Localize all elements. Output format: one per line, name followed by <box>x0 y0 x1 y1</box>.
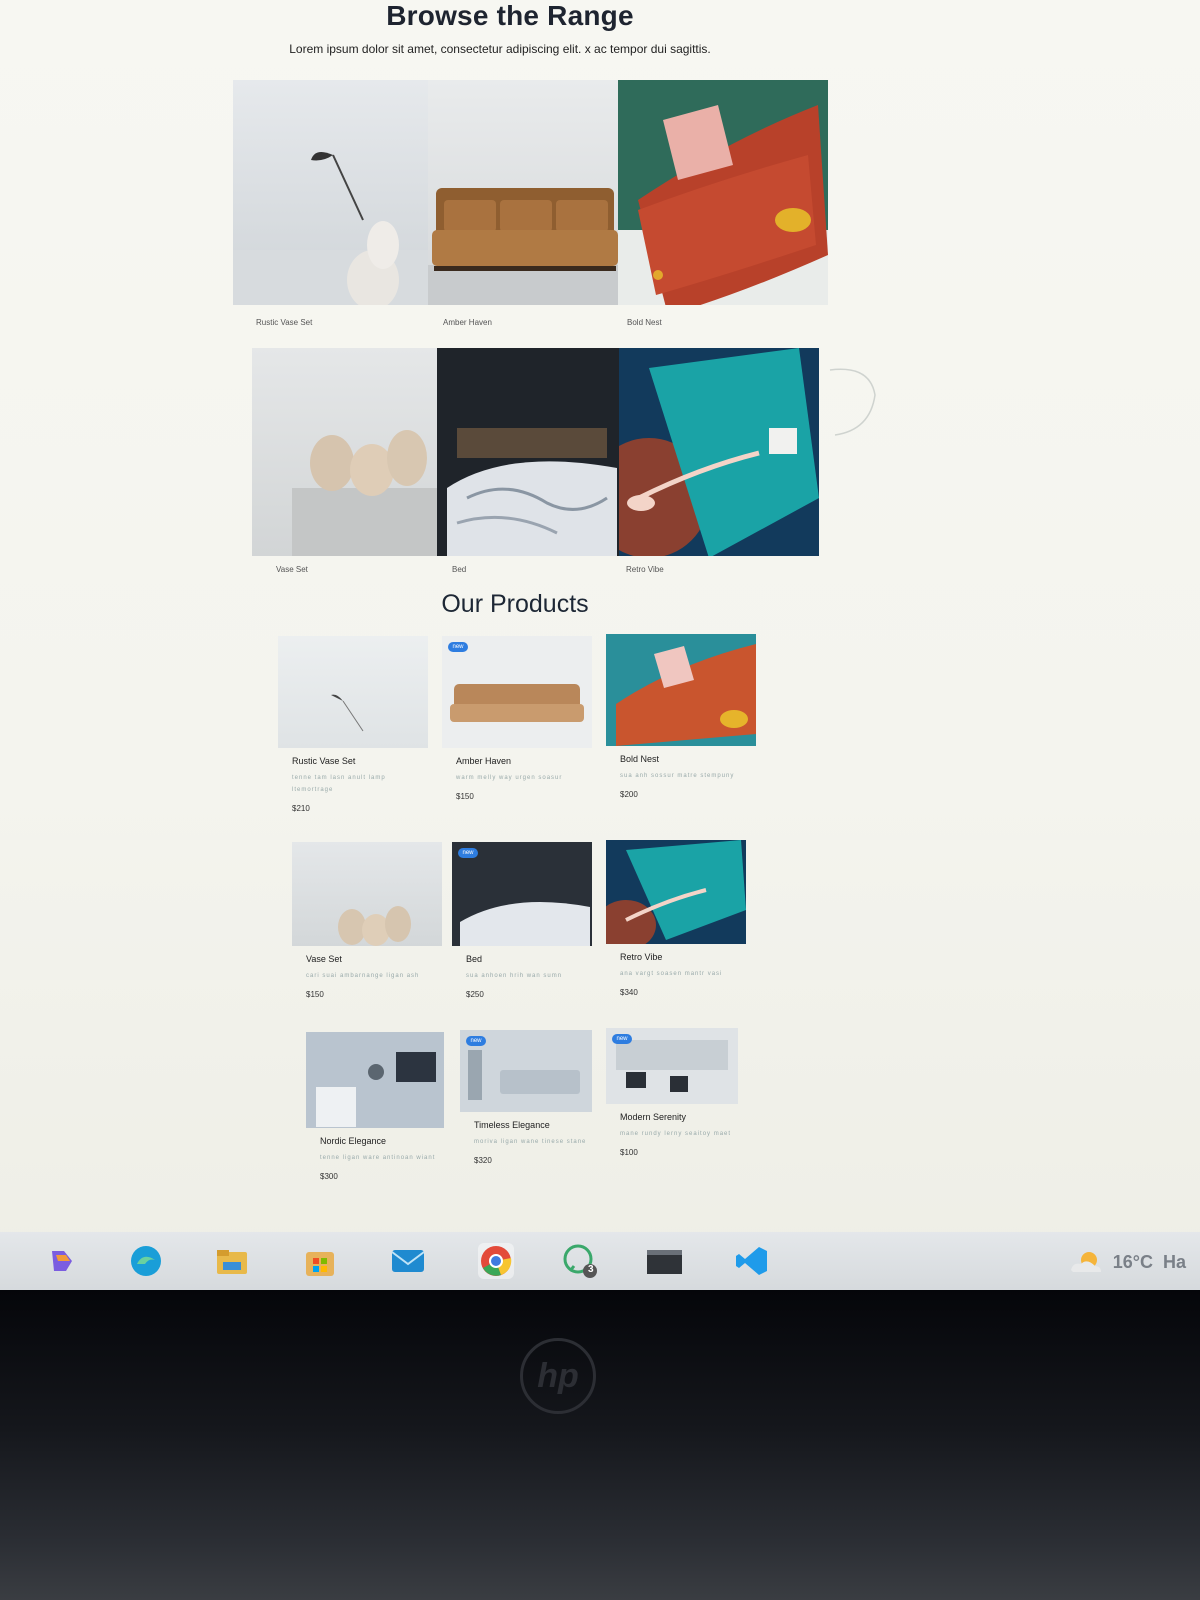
range-image-vase-set[interactable] <box>252 348 437 556</box>
page-title: Browse the Range <box>386 0 634 31</box>
taskbar: 3 16°C Ha <box>0 1232 1200 1290</box>
product-name[interactable]: Amber Haven <box>456 756 592 766</box>
product-card[interactable]: Bold Nest sua anh sossur matre stempuny … <box>606 634 756 799</box>
product-badge: new <box>448 642 468 652</box>
range-caption-5: Bed <box>452 565 467 574</box>
product-card[interactable]: Rustic Vase Set tenne tam lasn anult lam… <box>278 636 428 813</box>
product-price: $320 <box>474 1156 492 1165</box>
product-image[interactable]: new <box>452 842 592 946</box>
page-subtitle: Lorem ipsum dolor sit amet, consectetur … <box>289 42 711 56</box>
product-price: $210 <box>292 804 310 813</box>
weather-temp: 16°C <box>1112 1251 1153 1272</box>
screen-smudge <box>829 368 876 436</box>
product-name[interactable]: Retro Vibe <box>620 952 756 962</box>
product-image[interactable]: new <box>460 1030 592 1112</box>
copilot-icon[interactable] <box>44 1243 80 1279</box>
product-price: $200 <box>620 790 638 799</box>
whatsapp-icon[interactable]: 3 <box>562 1243 598 1279</box>
web-page: Browse the Range Lorem ipsum dolor sit a… <box>0 0 1200 1232</box>
mail-icon[interactable] <box>390 1243 426 1279</box>
product-desc: sua anhoen hrih wan sumn <box>466 973 563 979</box>
product-card[interactable]: new Modern Serenity mane rundy lerny sea… <box>606 1028 756 1157</box>
product-card[interactable]: Retro Vibe ana vargt soasen mantr vasi $… <box>606 840 756 997</box>
product-card[interactable]: new Bed sua anhoen hrih wan sumn $250 <box>452 842 602 999</box>
product-desc: mane rundy lerny seaitoy maet <box>620 1131 732 1137</box>
product-desc: sua anh sossur matre stempuny <box>620 773 735 779</box>
product-desc: warm melly way urgen soasur <box>456 775 563 781</box>
product-badge: new <box>466 1036 486 1046</box>
weather-icon <box>1070 1252 1101 1272</box>
product-name[interactable]: Modern Serenity <box>620 1112 756 1122</box>
product-desc: tenne tam lasn anult lamp ltemortrage <box>292 775 386 793</box>
product-price: $100 <box>620 1148 638 1157</box>
product-desc: moriva ligan wane tinese stane <box>474 1139 587 1145</box>
file-explorer-icon[interactable] <box>214 1243 250 1279</box>
range-caption-1: Rustic Vase Set <box>256 318 313 327</box>
product-card[interactable]: Vase Set cari suai ambarnange ligan ash … <box>292 842 442 999</box>
range-caption-3: Bold Nest <box>627 318 662 327</box>
product-name[interactable]: Nordic Elegance <box>320 1136 456 1146</box>
range-image-bed[interactable] <box>437 348 619 556</box>
product-name[interactable]: Bold Nest <box>620 754 756 764</box>
range-row-2 <box>252 348 819 556</box>
edge-icon[interactable] <box>128 1243 164 1279</box>
range-image-retro-vibe[interactable] <box>619 348 819 556</box>
product-price: $300 <box>320 1172 338 1181</box>
hp-logo: hp <box>520 1338 596 1414</box>
product-desc: ana vargt soasen mantr vasi <box>620 971 723 977</box>
product-card[interactable]: Nordic Elegance tenne ligan ware antinoa… <box>306 1032 456 1181</box>
product-badge: new <box>612 1034 632 1044</box>
product-name[interactable]: Bed <box>466 954 602 964</box>
product-price: $340 <box>620 988 638 997</box>
range-image-rustic-vase[interactable] <box>233 80 428 305</box>
product-badge: new <box>458 848 478 858</box>
vscode-icon[interactable] <box>734 1243 770 1279</box>
product-name[interactable]: Rustic Vase Set <box>292 756 428 766</box>
terminal-icon[interactable] <box>646 1243 682 1279</box>
whatsapp-badge: 3 <box>588 1264 594 1275</box>
range-caption-2: Amber Haven <box>443 318 492 327</box>
store-icon[interactable] <box>302 1243 338 1279</box>
product-image[interactable] <box>278 636 428 748</box>
product-image[interactable] <box>606 634 756 746</box>
product-image[interactable]: new <box>442 636 592 748</box>
weather-widget[interactable]: 16°C Ha <box>1065 1248 1186 1276</box>
product-name[interactable]: Vase Set <box>306 954 442 964</box>
chrome-icon[interactable] <box>478 1243 514 1279</box>
product-image[interactable] <box>306 1032 444 1128</box>
laptop-bezel <box>0 1290 1200 1600</box>
range-image-amber-haven[interactable] <box>428 80 618 305</box>
product-price: $250 <box>466 990 484 999</box>
range-caption-4: Vase Set <box>276 565 308 574</box>
range-row-1 <box>233 80 828 305</box>
product-card[interactable]: new Timeless Elegance moriva ligan wane … <box>460 1030 610 1165</box>
range-caption-6: Retro Vibe <box>626 565 664 574</box>
product-name[interactable]: Timeless Elegance <box>474 1120 610 1130</box>
product-image[interactable] <box>606 840 746 944</box>
range-image-bold-nest[interactable] <box>618 80 828 305</box>
product-image[interactable] <box>292 842 442 946</box>
product-price: $150 <box>306 990 324 999</box>
products-title: Our Products <box>441 590 589 618</box>
product-image[interactable]: new <box>606 1028 738 1104</box>
weather-trailing: Ha <box>1162 1251 1186 1272</box>
screen: Browse the Range Lorem ipsum dolor sit a… <box>0 0 1200 1290</box>
product-card[interactable]: new Amber Haven warm melly way urgen soa… <box>442 636 592 801</box>
product-desc: tenne ligan ware antinoan wiant <box>320 1155 436 1161</box>
product-desc: cari suai ambarnange ligan ash <box>306 973 420 979</box>
product-price: $150 <box>456 792 474 801</box>
